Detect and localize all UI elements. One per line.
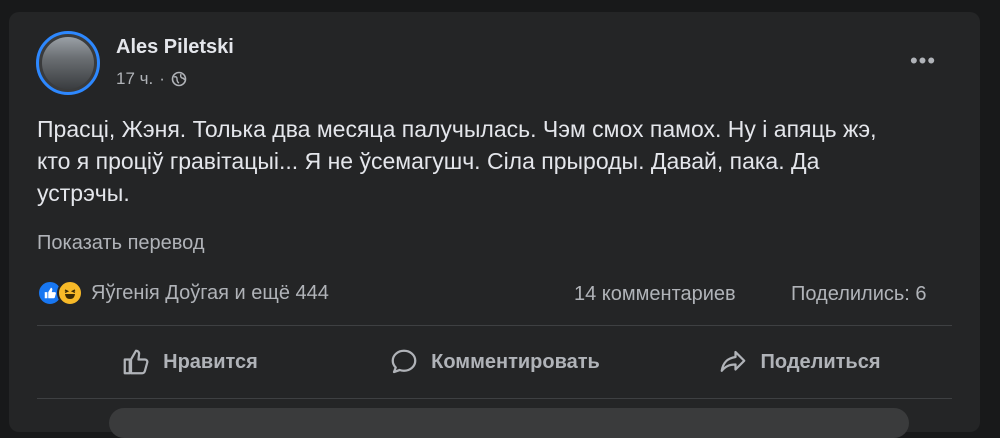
- comment-button[interactable]: Комментировать: [342, 332, 647, 392]
- comment-input-area[interactable]: [109, 408, 909, 438]
- meta-separator: ·: [159, 69, 165, 88]
- globe-icon[interactable]: [171, 71, 187, 87]
- like-button-label: Нравится: [163, 350, 258, 373]
- comment-bubble-icon: [391, 349, 417, 374]
- divider-bottom: [37, 398, 952, 399]
- share-arrow-icon: [721, 350, 746, 372]
- show-translation-link[interactable]: Показать перевод: [37, 232, 205, 255]
- post-meta: 17 ч. ·: [116, 69, 187, 89]
- post-card: Ales Piletski 17 ч. · ••• Прасці, Жэня. …: [9, 12, 980, 438]
- reactions-summary[interactable]: Яўгенія Доўгая и ещё 444: [37, 280, 329, 306]
- haha-reaction-icon: [57, 280, 83, 306]
- divider-top: [37, 325, 952, 326]
- more-options-button[interactable]: •••: [906, 48, 940, 73]
- author-name[interactable]: Ales Piletski: [116, 36, 234, 59]
- avatar-image: [42, 37, 94, 89]
- like-button[interactable]: Нравится: [37, 332, 342, 392]
- post-actions: Нравится Комментировать Поделиться: [37, 332, 952, 392]
- share-button-label: Поделиться: [760, 350, 881, 373]
- post-time[interactable]: 17 ч.: [116, 69, 153, 89]
- comments-count-link[interactable]: 14 комментариев: [574, 283, 736, 306]
- post-body: Прасці, Жэня. Толька два месяца палучыла…: [37, 116, 877, 206]
- post-header: Ales Piletski 17 ч. · •••: [9, 12, 980, 95]
- share-button[interactable]: Поделиться: [647, 332, 952, 392]
- comment-button-label: Комментировать: [431, 350, 600, 373]
- reactions-names: Яўгенія Доўгая и ещё 444: [91, 281, 329, 304]
- thumbs-up-icon: [123, 349, 149, 375]
- author-avatar[interactable]: [36, 31, 100, 95]
- shares-count-link[interactable]: Поделились: 6: [791, 283, 927, 306]
